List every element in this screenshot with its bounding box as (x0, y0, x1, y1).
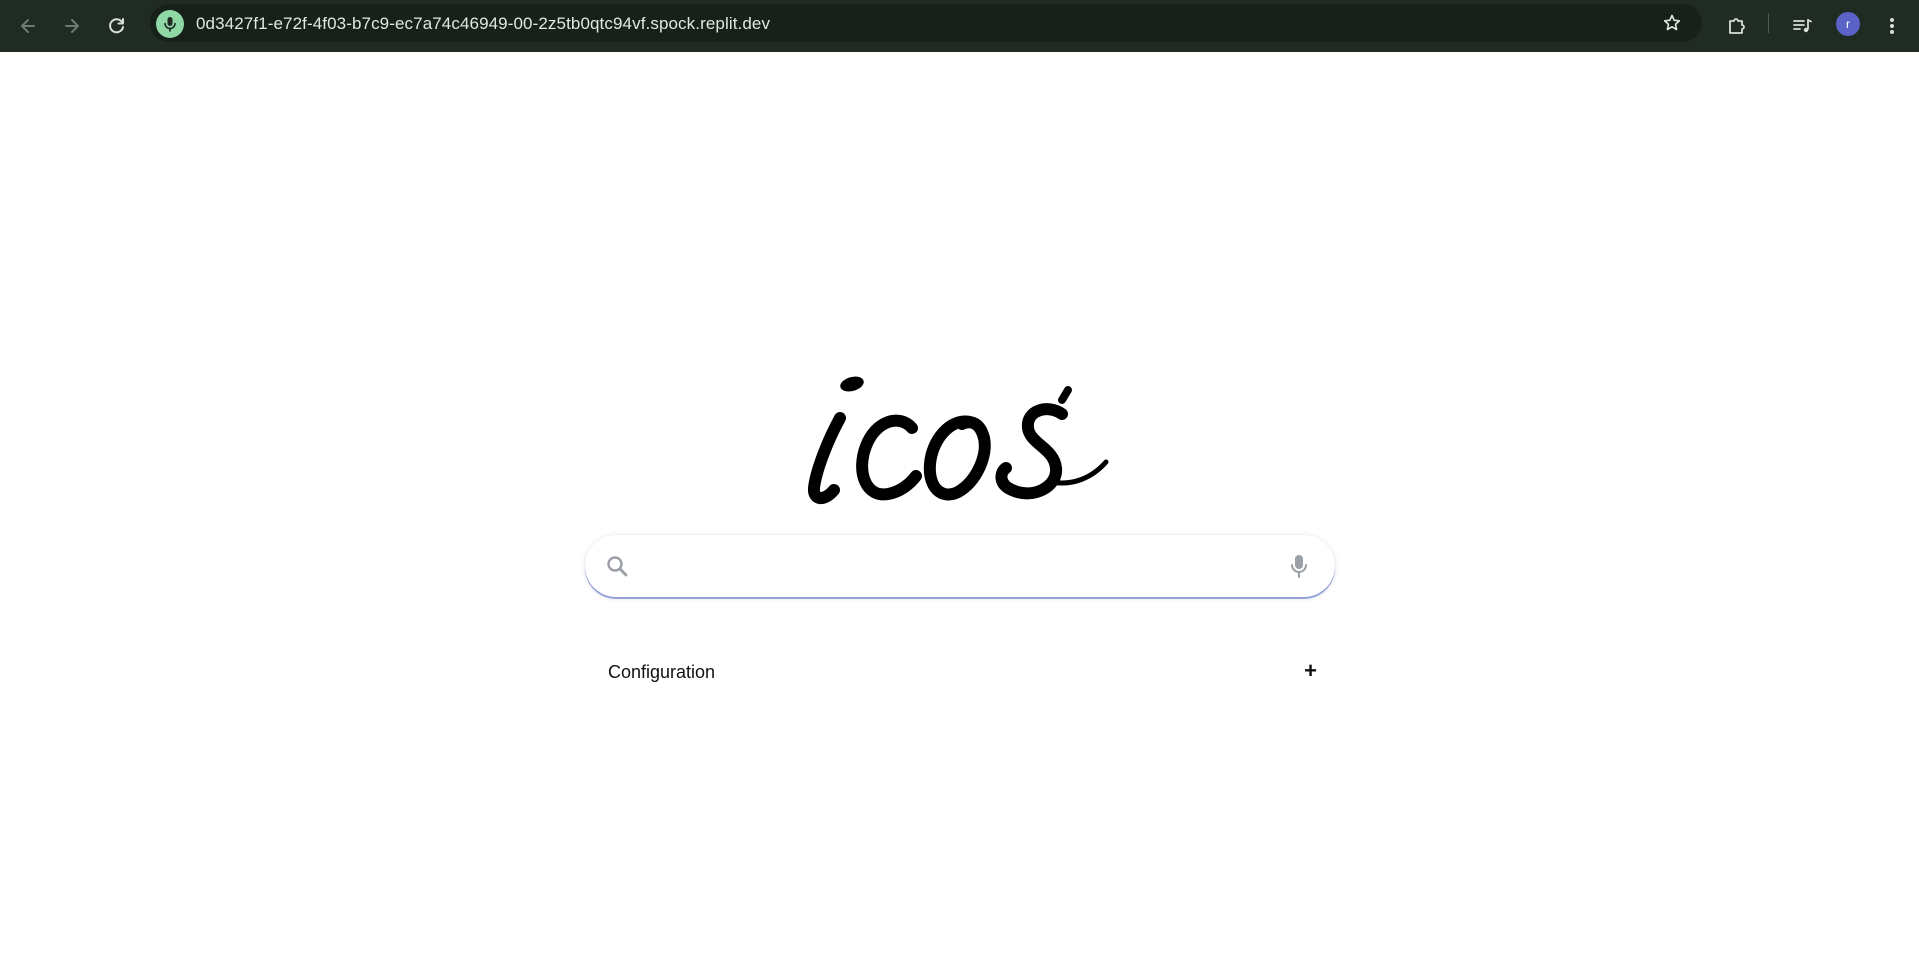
back-button[interactable] (10, 8, 46, 44)
profile-avatar[interactable]: r (1836, 12, 1860, 36)
star-icon (1663, 14, 1681, 31)
more-vert-icon (1890, 18, 1894, 34)
media-queue-button[interactable] (1784, 8, 1820, 44)
reload-button[interactable] (99, 8, 135, 44)
back-arrow-icon (21, 19, 35, 33)
toolbar-divider (1768, 13, 1769, 33)
more-menu-button[interactable] (1874, 8, 1910, 44)
address-bar[interactable]: 0d3427f1-e72f-4f03-b7c9-ec7a74c46949-00-… (150, 4, 1702, 42)
mic-icon (164, 17, 176, 32)
search-input[interactable] (645, 547, 1249, 587)
extensions-icon (1729, 18, 1745, 34)
media-queue-icon (1793, 19, 1812, 33)
expand-plus-icon[interactable]: + (1304, 658, 1317, 684)
icos-logo (808, 376, 1109, 504)
extensions-button[interactable] (1719, 8, 1755, 44)
url-text[interactable]: 0d3427f1-e72f-4f03-b7c9-ec7a74c46949-00-… (196, 14, 770, 34)
forward-button[interactable] (54, 8, 90, 44)
configuration-label: Configuration (608, 662, 716, 682)
site-info-button[interactable] (156, 10, 184, 38)
mic-icon[interactable] (1289, 553, 1309, 579)
bookmark-button[interactable] (1658, 9, 1686, 37)
reload-icon (109, 18, 124, 34)
search-bar[interactable] (585, 535, 1335, 597)
browser-toolbar: 0d3427f1-e72f-4f03-b7c9-ec7a74c46949-00-… (0, 0, 1919, 52)
configuration-section[interactable]: Configuration + (585, 655, 1335, 691)
forward-arrow-icon (65, 19, 79, 33)
search-icon (607, 556, 628, 577)
